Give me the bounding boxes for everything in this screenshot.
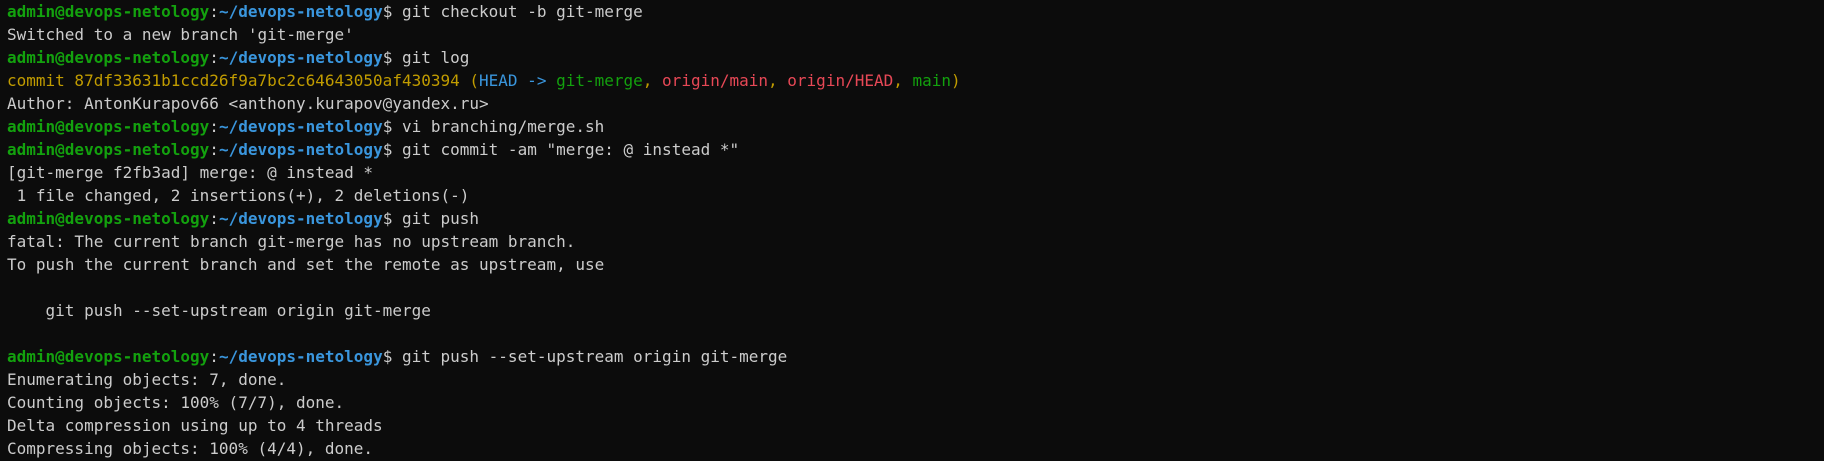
prompt-path: ~/devops-netology	[218, 117, 383, 136]
output-text: fatal: The current branch git-merge has …	[7, 232, 576, 251]
command-text: git push	[401, 209, 480, 228]
command-text: vi branching/merge.sh	[401, 117, 605, 136]
prompt-symbol: $	[382, 140, 402, 159]
prompt-line: admin@devops-netology:~/devops-netology$…	[7, 0, 1824, 23]
prompt-path: ~/devops-netology	[218, 209, 383, 228]
output-text: main	[912, 71, 952, 90]
prompt-path: ~/devops-netology	[218, 2, 383, 21]
prompt-colon: :	[209, 347, 219, 366]
output-text: To push the current branch and set the r…	[7, 255, 605, 274]
prompt-symbol: $	[382, 347, 402, 366]
output-text: Delta compression using up to 4 threads	[7, 416, 383, 435]
prompt-colon: :	[209, 48, 219, 67]
prompt-user-host: admin@devops-netology	[7, 48, 210, 67]
output-text: ,	[642, 71, 663, 90]
output-line: fatal: The current branch git-merge has …	[7, 230, 1824, 253]
terminal-window[interactable]: admin@devops-netology:~/devops-netology$…	[0, 0, 1824, 461]
prompt-user-host: admin@devops-netology	[7, 209, 210, 228]
prompt-user-host: admin@devops-netology	[7, 2, 210, 21]
command-text: git log	[401, 48, 470, 67]
prompt-path: ~/devops-netology	[218, 347, 383, 366]
output-text: ,	[768, 71, 788, 90]
prompt-user-host: admin@devops-netology	[7, 140, 210, 159]
prompt-symbol: $	[382, 2, 402, 21]
output-text: [git-merge f2fb3ad] merge: @ instead *	[7, 163, 374, 182]
command-text: git checkout -b git-merge	[401, 2, 643, 21]
command-text: git push --set-upstream origin git-merge	[401, 347, 788, 366]
output-text: origin/main	[662, 71, 769, 90]
output-line: commit 87df33631b1ccd26f9a7bc2c64643050a…	[7, 69, 1824, 92]
prompt-line: admin@devops-netology:~/devops-netology$…	[7, 207, 1824, 230]
prompt-line: admin@devops-netology:~/devops-netology$…	[7, 46, 1824, 69]
output-text: Author: AntonKurapov66 <anthony.kurapov@…	[7, 94, 489, 113]
output-line: Enumerating objects: 7, done.	[7, 368, 1824, 391]
output-text: 1 file changed, 2 insertions(+), 2 delet…	[7, 186, 470, 205]
output-text: Enumerating objects: 7, done.	[7, 370, 287, 389]
prompt-line: admin@devops-netology:~/devops-netology$…	[7, 345, 1824, 368]
prompt-colon: :	[209, 2, 219, 21]
output-text: )	[951, 71, 961, 90]
output-line: Delta compression using up to 4 threads	[7, 414, 1824, 437]
output-line: Compressing objects: 100% (4/4), done.	[7, 437, 1824, 460]
output-line: Author: AntonKurapov66 <anthony.kurapov@…	[7, 92, 1824, 115]
output-text: commit 87df33631b1ccd26f9a7bc2c64643050a…	[7, 71, 480, 90]
output-line: To push the current branch and set the r…	[7, 253, 1824, 276]
prompt-line: admin@devops-netology:~/devops-netology$…	[7, 115, 1824, 138]
prompt-colon: :	[209, 140, 219, 159]
output-line: Counting objects: 100% (7/7), done.	[7, 391, 1824, 414]
output-text: ,	[893, 71, 913, 90]
prompt-user-host: admin@devops-netology	[7, 117, 210, 136]
output-text: git-merge	[556, 71, 643, 90]
prompt-colon: :	[209, 209, 219, 228]
output-text: Compressing objects: 100% (4/4), done.	[7, 439, 374, 458]
output-text: Switched to a new branch 'git-merge'	[7, 25, 354, 44]
command-text: git commit -am "merge: @ instead *"	[401, 140, 740, 159]
output-text: git push --set-upstream origin git-merge	[7, 301, 431, 320]
output-line: [git-merge f2fb3ad] merge: @ instead *	[7, 161, 1824, 184]
output-text: Counting objects: 100% (7/7), done.	[7, 393, 345, 412]
prompt-symbol: $	[382, 209, 402, 228]
output-text: HEAD ->	[479, 71, 557, 90]
prompt-colon: :	[209, 117, 219, 136]
prompt-path: ~/devops-netology	[218, 48, 383, 67]
output-line: Switched to a new branch 'git-merge'	[7, 23, 1824, 46]
prompt-symbol: $	[382, 117, 402, 136]
prompt-path: ~/devops-netology	[218, 140, 383, 159]
output-line: 1 file changed, 2 insertions(+), 2 delet…	[7, 184, 1824, 207]
prompt-user-host: admin@devops-netology	[7, 347, 210, 366]
output-line: git push --set-upstream origin git-merge	[7, 299, 1824, 322]
output-text: origin/HEAD	[787, 71, 894, 90]
prompt-line: admin@devops-netology:~/devops-netology$…	[7, 138, 1824, 161]
prompt-symbol: $	[382, 48, 402, 67]
